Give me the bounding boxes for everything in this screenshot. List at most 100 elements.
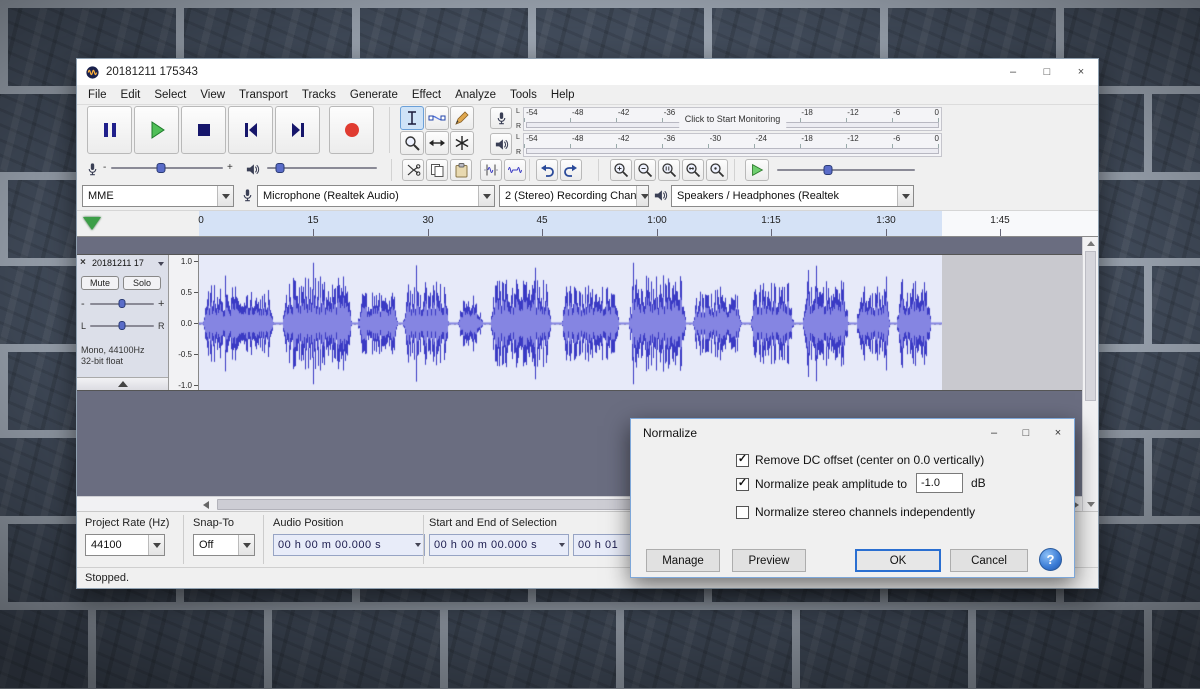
redo-button[interactable] xyxy=(560,159,582,181)
menu-item-transport[interactable]: Transport xyxy=(232,85,295,105)
solo-button[interactable]: Solo xyxy=(123,276,161,290)
envelope-tool-button[interactable] xyxy=(425,106,449,130)
scroll-down-arrow-icon[interactable] xyxy=(1087,502,1095,507)
play-meter-button[interactable] xyxy=(490,133,512,155)
recording-meter[interactable]: LR -54-48-42-36-30-24-18-12-60 Click to … xyxy=(514,107,942,131)
timeline-ruler[interactable]: 0 15 30 45 1:00 1:15 1:30 1:45 xyxy=(77,210,1098,237)
multi-tool-button[interactable] xyxy=(450,131,474,155)
trim-audio-button[interactable] xyxy=(480,159,502,181)
cancel-button[interactable]: Cancel xyxy=(950,549,1028,572)
ok-button[interactable]: OK xyxy=(855,549,941,572)
silence-audio-button[interactable] xyxy=(504,159,526,181)
maximize-button[interactable]: □ xyxy=(1030,59,1064,85)
zoom-in-button[interactable] xyxy=(610,159,632,181)
project-rate-select[interactable]: 44100 xyxy=(85,534,165,556)
menu-item-help[interactable]: Help xyxy=(544,85,582,105)
menu-item-tracks[interactable]: Tracks xyxy=(295,85,343,105)
time-shift-tool-button[interactable] xyxy=(425,131,449,155)
vertical-scale-ruler[interactable]: 1.0 0.5 0.0 -0.5 -1.0 xyxy=(169,255,199,390)
timeline-tick-label: 45 xyxy=(536,215,547,226)
minimize-button[interactable]: – xyxy=(996,59,1030,85)
record-button[interactable] xyxy=(329,106,374,154)
slider-thumb[interactable] xyxy=(119,299,126,308)
mute-button[interactable]: Mute xyxy=(81,276,119,290)
zoom-out-button[interactable] xyxy=(634,159,656,181)
menu-item-analyze[interactable]: Analyze xyxy=(448,85,503,105)
stereo-independent-checkbox[interactable] xyxy=(736,506,749,519)
vertical-scrollbar[interactable] xyxy=(1082,237,1098,511)
recording-device-select[interactable]: Microphone (Realtek Audio) xyxy=(257,185,495,207)
field-caret-icon[interactable] xyxy=(559,543,565,547)
dialog-close-button[interactable]: × xyxy=(1042,419,1074,447)
close-button[interactable]: × xyxy=(1064,59,1098,85)
menu-item-file[interactable]: File xyxy=(81,85,114,105)
track-pan-slider[interactable] xyxy=(90,319,154,333)
track-close-button[interactable]: × xyxy=(80,257,86,268)
dialog-maximize-button[interactable]: □ xyxy=(1010,419,1042,447)
recording-volume-slider[interactable] xyxy=(111,161,223,175)
menu-item-effect[interactable]: Effect xyxy=(405,85,448,105)
draw-tool-button[interactable] xyxy=(450,106,474,130)
menu-item-tools[interactable]: Tools xyxy=(503,85,544,105)
preview-button[interactable]: Preview xyxy=(732,549,806,572)
monitoring-label[interactable]: Click to Start Monitoring xyxy=(679,108,787,130)
peak-amplitude-input[interactable] xyxy=(916,473,963,493)
slider-thumb[interactable] xyxy=(119,321,126,330)
play-button[interactable] xyxy=(134,106,179,154)
undo-button[interactable] xyxy=(536,159,558,181)
titlebar[interactable]: 20181211 175343 – □ × xyxy=(77,59,1098,85)
dialog-titlebar[interactable]: Normalize – □ × xyxy=(631,419,1074,447)
selection-start-field[interactable]: 00 h 00 m 00.000 s xyxy=(429,534,569,556)
pause-button[interactable] xyxy=(87,106,132,154)
copy-button[interactable] xyxy=(426,159,448,181)
recording-meter-scale: -54-48-42-36-30-24-18-12-60 Click to Sta… xyxy=(523,107,942,131)
record-meter-button[interactable] xyxy=(490,107,512,129)
slider-thumb[interactable] xyxy=(824,165,833,175)
fit-selection-button[interactable] xyxy=(658,159,680,181)
track-gain-slider[interactable] xyxy=(90,297,154,311)
skip-to-start-button[interactable] xyxy=(228,106,273,154)
field-caret-icon[interactable] xyxy=(415,543,421,547)
audio-host-value: MME xyxy=(83,190,217,202)
fit-project-button[interactable] xyxy=(682,159,704,181)
menu-item-view[interactable]: View xyxy=(193,85,232,105)
pin-playhead-button[interactable] xyxy=(83,217,101,230)
waveform[interactable] xyxy=(199,255,942,392)
recording-channels-select[interactable]: 2 (Stereo) Recording Chan xyxy=(499,185,649,207)
vertical-scroll-thumb[interactable] xyxy=(1085,251,1096,401)
scroll-left-arrow-icon[interactable] xyxy=(203,501,209,509)
toolbar-separator xyxy=(598,159,599,181)
track-collapse-button[interactable] xyxy=(77,377,168,390)
playback-device-select[interactable]: Speakers / Headphones (Realtek xyxy=(671,185,914,207)
zoom-toggle-button[interactable] xyxy=(706,159,728,181)
manage-button[interactable]: Manage xyxy=(646,549,720,572)
snap-to-select[interactable]: Off xyxy=(193,534,255,556)
peak-amplitude-checkbox[interactable]: ✓ xyxy=(736,478,749,491)
cut-button[interactable] xyxy=(402,159,424,181)
dropdown-arrow-icon xyxy=(243,543,251,548)
play-at-speed-button[interactable] xyxy=(745,159,769,181)
track-menu-arrow-icon[interactable] xyxy=(158,262,164,266)
menu-item-generate[interactable]: Generate xyxy=(343,85,405,105)
zoom-tool-button[interactable] xyxy=(400,131,424,155)
skip-to-end-button[interactable] xyxy=(275,106,320,154)
stop-button[interactable] xyxy=(181,106,226,154)
scroll-up-arrow-icon[interactable] xyxy=(1087,241,1095,246)
paste-button[interactable] xyxy=(450,159,472,181)
help-button[interactable]: ? xyxy=(1039,548,1062,571)
slider-thumb[interactable] xyxy=(157,163,166,173)
timeline-scale[interactable]: 0 15 30 45 1:00 1:15 1:30 1:45 xyxy=(199,211,1098,236)
playback-meter[interactable]: LR -54-48-42-36-30-24-18-12-60 xyxy=(514,133,942,157)
audio-position-field[interactable]: 00 h 00 m 00.000 s xyxy=(273,534,425,556)
audio-host-select[interactable]: MME xyxy=(82,185,234,207)
meter-tick-label: -48 xyxy=(572,134,584,144)
menu-item-select[interactable]: Select xyxy=(147,85,193,105)
slider-thumb[interactable] xyxy=(276,163,285,173)
playback-volume-slider[interactable] xyxy=(267,161,377,175)
menu-item-edit[interactable]: Edit xyxy=(114,85,148,105)
selection-tool-button[interactable] xyxy=(400,106,424,130)
play-speed-slider[interactable] xyxy=(777,163,915,177)
dc-offset-checkbox[interactable]: ✓ xyxy=(736,454,749,467)
dialog-minimize-button[interactable]: – xyxy=(978,419,1010,447)
track-name[interactable]: 20181211 17 xyxy=(92,258,144,268)
